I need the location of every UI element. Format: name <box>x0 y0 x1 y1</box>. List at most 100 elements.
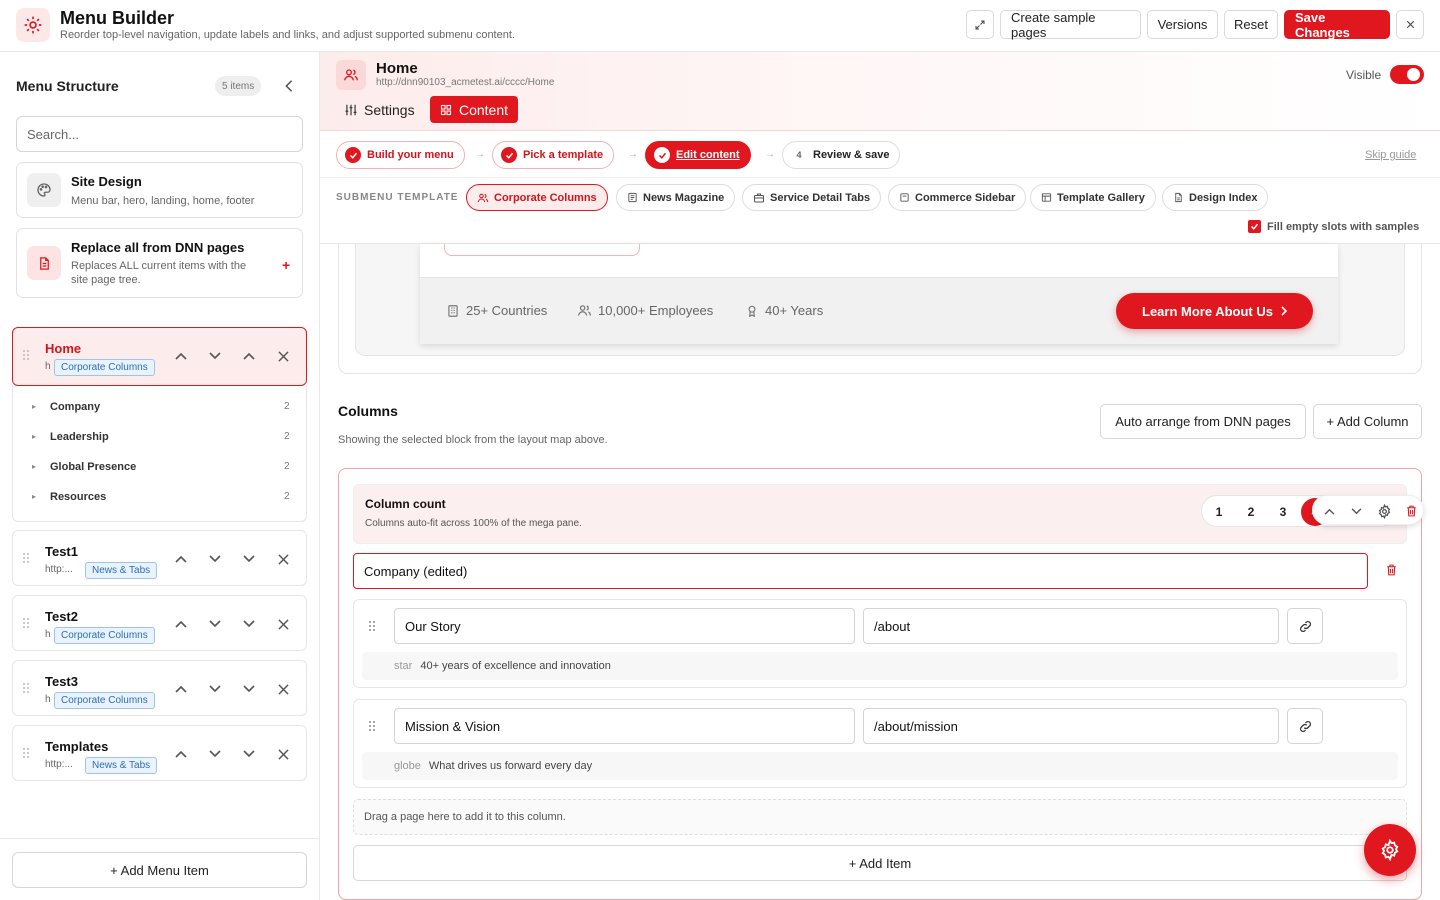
drag-handle-icon[interactable] <box>22 349 32 363</box>
step-pick-template[interactable]: Pick a template <box>492 141 615 169</box>
move-down-icon[interactable] <box>207 551 223 567</box>
template-corporate-columns[interactable]: Corporate Columns <box>466 184 608 211</box>
sub-item[interactable]: ▸ Global Presence 2 <box>13 452 308 482</box>
template-commerce-sidebar[interactable]: Commerce Sidebar <box>888 184 1027 211</box>
add-menu-item-button[interactable]: + Add Menu Item <box>12 852 307 888</box>
template-tag: Corporate Columns <box>54 627 155 644</box>
add-item-button[interactable]: + Add Item <box>353 845 1407 881</box>
fill-empty-slots-checkbox[interactable]: Fill empty slots with samples <box>1248 220 1419 233</box>
menu-item-label: Home <box>45 341 82 356</box>
drag-handle-icon[interactable] <box>368 720 378 734</box>
gear-icon[interactable] <box>1376 503 1392 519</box>
expand-children-icon[interactable] <box>241 616 257 632</box>
item-meta[interactable]: globe What drives us forward every day <box>362 752 1398 780</box>
column-count-option[interactable]: 3 <box>1273 502 1293 522</box>
reset-button[interactable]: Reset <box>1224 10 1278 39</box>
menu-item-test2[interactable]: Test2 h Corporate Columns <box>12 595 307 651</box>
column-count-panel: Column count Columns auto-fit across 100… <box>353 484 1424 544</box>
add-column-button[interactable]: + Add Column <box>1313 404 1422 439</box>
step-label: Pick a template <box>523 149 604 161</box>
link-picker-button[interactable] <box>1287 608 1323 644</box>
item-name-input[interactable] <box>394 608 855 644</box>
link-picker-button[interactable] <box>1287 708 1323 744</box>
move-up-icon[interactable] <box>1321 503 1337 519</box>
remove-icon[interactable] <box>275 616 291 632</box>
expand-children-icon[interactable] <box>241 746 257 762</box>
drag-handle-icon[interactable] <box>22 617 32 631</box>
item-url-input[interactable] <box>863 708 1279 744</box>
caret-right-icon: ▸ <box>32 402 37 411</box>
sub-item[interactable]: ▸ Company 2 <box>13 392 308 422</box>
home-subtree: ▸ Company 2 ▸ Leadership 2 ▸ Global Presence 2… <box>12 386 307 522</box>
app-title: Menu Builder <box>60 8 175 28</box>
visible-toggle[interactable] <box>1390 65 1424 84</box>
drag-handle-icon[interactable] <box>22 552 32 566</box>
template-design-index[interactable]: Design Index <box>1162 184 1269 211</box>
step-edit-content[interactable]: Edit content <box>645 141 751 169</box>
column-name-input[interactable] <box>353 553 1368 589</box>
menu-item-url: http:... <box>45 759 73 770</box>
expand-button[interactable] <box>966 10 994 39</box>
drag-handle-icon[interactable] <box>368 620 378 634</box>
template-gallery[interactable]: Template Gallery <box>1030 184 1156 211</box>
move-up-icon[interactable] <box>173 746 189 762</box>
menu-item-templates[interactable]: Templates http:... News & Tabs <box>12 725 307 781</box>
drag-handle-icon[interactable] <box>22 747 32 761</box>
collapse-children-icon[interactable] <box>241 348 257 364</box>
tab-content[interactable]: Content <box>430 96 518 123</box>
site-design-card[interactable]: Site Design Menu bar, hero, landing, hom… <box>16 162 303 218</box>
template-service-detail-tabs[interactable]: Service Detail Tabs <box>742 184 882 211</box>
move-up-icon[interactable] <box>173 616 189 632</box>
template-news-magazine[interactable]: News Magazine <box>616 184 736 211</box>
move-up-icon[interactable] <box>173 681 189 697</box>
collapse-sidebar-icon[interactable] <box>282 78 296 94</box>
trash-icon[interactable] <box>1403 503 1419 519</box>
auto-arrange-button[interactable]: Auto arrange from DNN pages <box>1100 404 1306 439</box>
delete-column-icon[interactable] <box>1383 562 1399 578</box>
sub-item[interactable]: ▸ Leadership 2 <box>13 422 308 452</box>
move-down-icon[interactable] <box>207 616 223 632</box>
close-button[interactable] <box>1396 10 1424 39</box>
stat-years: 40+ Years <box>745 303 823 318</box>
remove-icon[interactable] <box>275 348 291 364</box>
remove-icon[interactable] <box>275 681 291 697</box>
expand-children-icon[interactable] <box>241 681 257 697</box>
drop-zone[interactable]: Drag a page here to add it to this colum… <box>353 799 1407 835</box>
column-count-option[interactable]: 2 <box>1241 502 1261 522</box>
settings-fab[interactable] <box>1364 824 1416 876</box>
sub-item[interactable]: ▸ Resources 2 <box>13 482 308 512</box>
move-down-icon[interactable] <box>207 681 223 697</box>
replace-from-dnn-card[interactable]: Replace all from DNN pages Replaces ALL … <box>16 228 303 298</box>
column-count-option[interactable]: 1 <box>1209 502 1229 522</box>
save-changes-button[interactable]: Save Changes <box>1284 10 1390 40</box>
learn-more-button[interactable]: Learn More About Us <box>1116 293 1313 329</box>
item-name-input[interactable] <box>394 708 855 744</box>
step-number: 4 <box>796 150 802 160</box>
item-url-input[interactable] <box>863 608 1279 644</box>
move-down-icon[interactable] <box>1348 503 1364 519</box>
move-down-icon[interactable] <box>207 746 223 762</box>
arrow-icon: → <box>628 149 638 160</box>
column-editor: Column count Columns auto-fit across 100… <box>338 468 1424 900</box>
move-up-icon[interactable] <box>173 348 189 364</box>
menu-item-label: Templates <box>45 739 109 754</box>
search-input[interactable] <box>16 116 303 152</box>
drag-handle-icon[interactable] <box>22 682 32 696</box>
remove-icon[interactable] <box>275 746 291 762</box>
step-build-menu[interactable]: Build your menu <box>336 141 465 169</box>
create-sample-pages-button[interactable]: Create sample pages <box>1000 10 1141 40</box>
chip-label: Service Detail Tabs <box>770 191 871 204</box>
expand-children-icon[interactable] <box>241 551 257 567</box>
menu-item-test1[interactable]: Test1 http:... News & Tabs <box>12 530 307 586</box>
move-up-icon[interactable] <box>173 551 189 567</box>
tab-settings[interactable]: Settings <box>344 98 415 122</box>
versions-button[interactable]: Versions <box>1147 10 1218 39</box>
menu-item-home[interactable]: Home h Corporate Columns <box>12 327 307 386</box>
remove-icon[interactable] <box>275 551 291 567</box>
page-title: Home <box>376 60 418 77</box>
step-review-save[interactable]: 4 Review & save <box>782 141 901 169</box>
menu-item-test3[interactable]: Test3 h Corporate Columns <box>12 660 307 716</box>
move-down-icon[interactable] <box>207 348 223 364</box>
item-meta[interactable]: star 40+ years of excellence and innovat… <box>362 652 1398 680</box>
skip-guide-link[interactable]: Skip guide <box>1365 149 1416 161</box>
